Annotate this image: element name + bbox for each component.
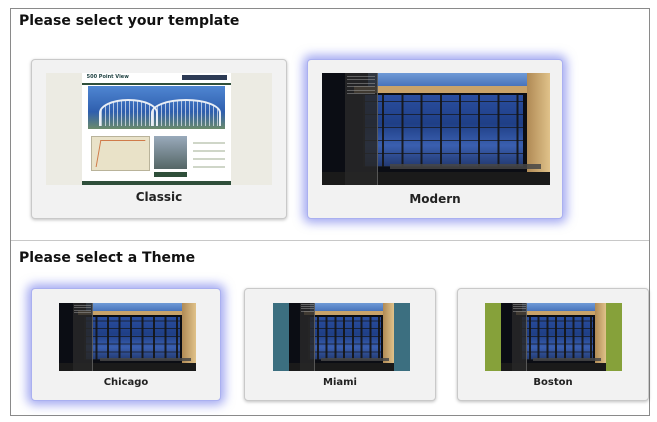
- theme-heading: Please select a Theme: [19, 250, 196, 266]
- template-label-classic: Classic: [135, 190, 183, 204]
- theme-label-miami: Miami: [323, 377, 357, 388]
- section-divider: [11, 240, 649, 241]
- miami-theme-thumbnail: [273, 303, 410, 371]
- boston-theme-thumbnail: [485, 303, 622, 371]
- classic-site-title: 500 Point View: [86, 74, 129, 81]
- theme-card-chicago[interactable]: Chicago: [31, 288, 221, 401]
- theme-card-miami[interactable]: Miami: [244, 288, 436, 401]
- template-card-modern[interactable]: Modern: [307, 59, 563, 219]
- template-label-modern: Modern: [409, 192, 461, 206]
- theme-label-chicago: Chicago: [103, 377, 149, 388]
- theme-card-boston[interactable]: Boston: [457, 288, 649, 401]
- template-heading: Please select your template: [19, 13, 240, 29]
- modern-template-thumbnail: [322, 73, 550, 185]
- template-selection-panel: Please select your template 500 Point Vi…: [10, 8, 650, 416]
- chicago-theme-thumbnail: [59, 303, 196, 371]
- theme-label-boston: Boston: [533, 377, 573, 388]
- map-image: [91, 135, 150, 172]
- classic-template-thumbnail: 500 Point View: [46, 73, 272, 185]
- template-card-classic[interactable]: 500 Point View Classic: [31, 59, 287, 219]
